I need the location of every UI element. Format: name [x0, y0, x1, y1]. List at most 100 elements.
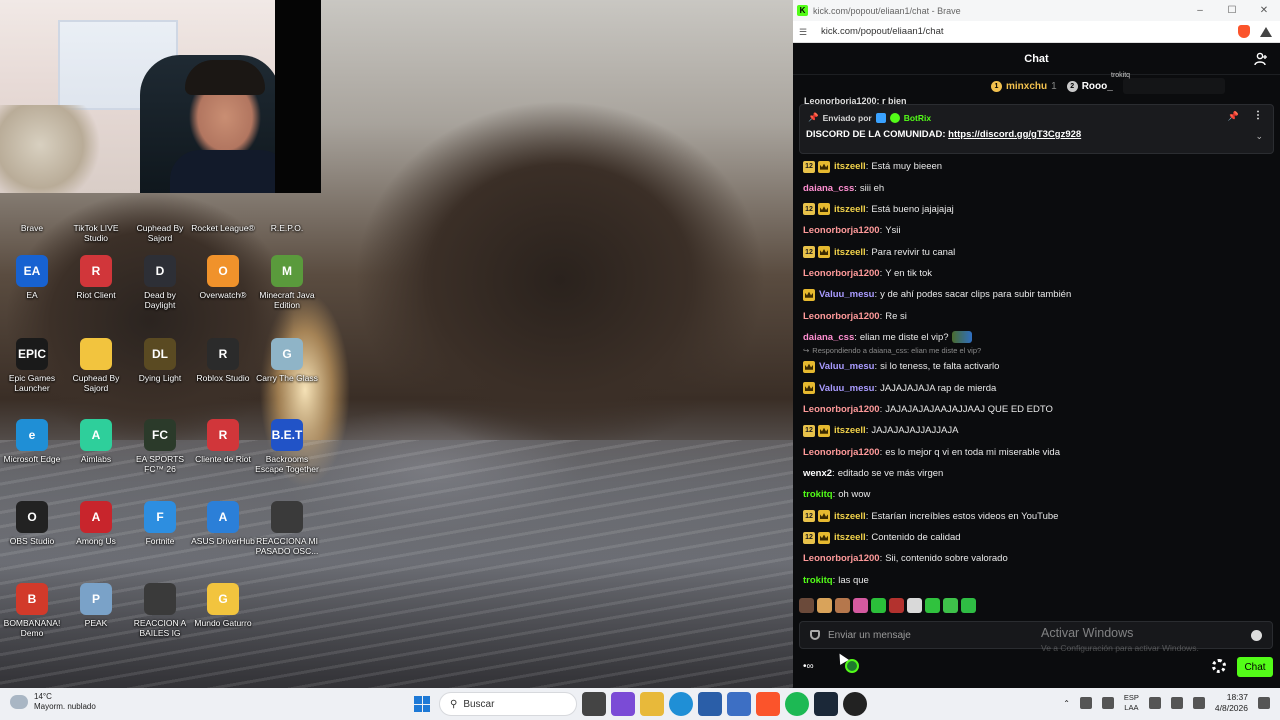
taskbar-clock[interactable]: 18:37 4/8/2026	[1215, 692, 1248, 714]
quick-emote-icon[interactable]	[853, 598, 868, 613]
chat-username[interactable]: daiana_css	[803, 332, 854, 343]
chat-message[interactable]: 12 itszeell: Para revivir tu canal	[803, 241, 1268, 262]
network-icon[interactable]	[1148, 697, 1161, 709]
task-view-icon[interactable]	[582, 692, 606, 716]
quick-emote-icon[interactable]	[799, 598, 814, 613]
desktop-icon[interactable]: O OBS Studio	[0, 501, 64, 546]
start-button[interactable]	[410, 692, 434, 716]
desktop-icon[interactable]: RRocket League®	[191, 188, 255, 233]
quick-emote-icon[interactable]	[871, 598, 886, 613]
settings-gear-icon[interactable]	[1212, 659, 1226, 673]
unpin-icon[interactable]: 📌	[1228, 111, 1239, 122]
send-chat-button[interactable]: Chat	[1237, 657, 1273, 677]
quick-emote-icon[interactable]	[943, 598, 958, 613]
desktop-icon[interactable]: D Dead by Daylight	[128, 255, 192, 310]
quick-emote-icon[interactable]	[817, 598, 832, 613]
chat-username[interactable]: itszeell	[834, 425, 866, 436]
store-icon[interactable]	[698, 692, 722, 716]
quick-actions-icon[interactable]: •∞	[803, 661, 814, 672]
chat-message[interactable]: Valuu_mesu: si lo teness, te falta activ…	[803, 356, 1268, 377]
spotify-icon[interactable]	[785, 692, 809, 716]
xbox-icon[interactable]	[845, 659, 859, 673]
copilot-icon[interactable]	[611, 692, 635, 716]
chat-username[interactable]: Leonorborja1200	[803, 553, 880, 564]
weather-widget[interactable]: 14°C Mayorm. nublado	[10, 692, 96, 712]
maximize-button[interactable]: ☐	[1216, 5, 1248, 16]
chat-username[interactable]: itszeell	[834, 161, 866, 172]
more-options-icon[interactable]: ⋮	[1253, 110, 1263, 121]
brave-taskbar-icon[interactable]	[756, 692, 780, 716]
desktop-icon[interactable]: A ASUS DriverHub	[191, 501, 255, 546]
chat-username[interactable]: Leonorborja1200	[803, 268, 880, 279]
chat-username[interactable]: daiana_css	[803, 183, 854, 194]
chat-message[interactable]: Leonorborja1200: Sii, contenido sobre va…	[803, 548, 1268, 569]
desktop-icon[interactable]: B.E.T Backrooms Escape Together	[255, 419, 319, 474]
desktop-icon[interactable]: G Mundo Gaturro	[191, 583, 255, 628]
discord-link[interactable]: https://discord.gg/gT3Cgz928	[948, 129, 1081, 140]
file-explorer-icon[interactable]	[640, 692, 664, 716]
desktop-icon[interactable]: R Riot Client	[64, 255, 128, 300]
pinned-message[interactable]: 📌 Enviado por BotRix DISCORD DE LA COMUN…	[799, 104, 1274, 154]
emoji-picker-icon[interactable]	[1251, 629, 1262, 641]
taskbar-search[interactable]: ⚲ Buscar	[439, 692, 577, 716]
chat-message[interactable]: 12 itszeell: Está muy bieeen	[803, 156, 1268, 177]
close-button[interactable]: ✕	[1248, 5, 1280, 16]
quick-emote-icon[interactable]	[907, 598, 922, 613]
chat-message[interactable]: daiana_css: siii eh	[803, 177, 1268, 198]
desktop-icon[interactable]: EA EA	[0, 255, 64, 300]
chat-message[interactable]: Leonorborja1200: JAJAJAJAJAAJAJJAAJ QUE …	[803, 399, 1268, 420]
chevron-up-icon[interactable]: ⌃	[1063, 699, 1070, 708]
volume-icon[interactable]	[1170, 697, 1183, 709]
battery-icon[interactable]	[1192, 697, 1205, 709]
desktop-icon[interactable]: TTikTok LIVE Studio	[64, 188, 128, 243]
url-text[interactable]: kick.com/popout/eliaan1/chat	[821, 26, 1238, 37]
quick-emote-icon[interactable]	[889, 598, 904, 613]
chat-username[interactable]: itszeell	[834, 532, 866, 543]
minimize-button[interactable]: –	[1184, 5, 1216, 16]
chat-username[interactable]: Valuu_mesu	[819, 383, 874, 394]
chat-message[interactable]: Valuu_mesu: y de ahí podes sacar clips p…	[803, 284, 1268, 305]
chat-username[interactable]: itszeell	[834, 204, 866, 215]
address-bar[interactable]: ☰ kick.com/popout/eliaan1/chat	[793, 21, 1280, 43]
reply-reference[interactable]: ↪ Respondiendo a daiana_css: elian me dis…	[803, 345, 1268, 356]
desktop-icon[interactable]: Cuphead By Sajord	[64, 338, 128, 393]
chat-message[interactable]: 12 itszeell: JAJAJAJAJJAJJAJA	[803, 420, 1268, 441]
chat-message[interactable]: wenx2: editado se ve más virgen	[803, 463, 1268, 484]
desktop-icon[interactable]: REACCIONA MI PASADO OSC...	[255, 501, 319, 556]
chevron-down-icon[interactable]: ⌄	[1255, 131, 1263, 142]
chat-username[interactable]: Valuu_mesu	[819, 289, 874, 300]
chat-message[interactable]: 12 itszeell: Está bueno jajajajaj	[803, 199, 1268, 220]
desktop-icon[interactable]: DL Dying Light	[128, 338, 192, 383]
tray-app-icon[interactable]	[1101, 697, 1114, 709]
desktop-icon[interactable]: REACCION A BAILES IG	[128, 583, 192, 638]
chat-message[interactable]: 12 itszeell: Estarían increíbles estos vi…	[803, 506, 1268, 527]
desktop-icon[interactable]: B BOMBANANA! Demo	[0, 583, 64, 638]
chat-username[interactable]: Leonorborja1200	[803, 225, 880, 236]
browser-titlebar[interactable]: K kick.com/popout/eliaan1/chat - Brave –…	[793, 0, 1280, 21]
desktop-icon[interactable]: R Roblox Studio	[191, 338, 255, 383]
chat-username[interactable]: itszeell	[834, 247, 866, 258]
desktop-icon[interactable]: F Fortnite	[128, 501, 192, 546]
desktop-icon[interactable]: EPIC Epic Games Launcher	[0, 338, 64, 393]
chat-username[interactable]: Leonorborja1200	[803, 311, 880, 322]
desktop-icon[interactable]: FC EA SPORTS FC™ 26	[128, 419, 192, 474]
chat-message[interactable]: Leonorborja1200: Ysii	[803, 220, 1268, 241]
onedrive-icon[interactable]	[1079, 697, 1092, 709]
leaderboard-entry-1[interactable]: 1 minxchu 1	[991, 80, 1057, 92]
chat-message[interactable]: trokitq: oh wow	[803, 484, 1268, 505]
chat-username[interactable]: wenx2	[803, 468, 832, 479]
desktop-icon[interactable]: A Among Us	[64, 501, 128, 546]
site-settings-icon[interactable]: ☰	[799, 27, 811, 37]
desktop-icon[interactable]: RR.E.P.O.	[255, 188, 319, 233]
obs-taskbar-icon[interactable]	[843, 692, 867, 716]
desktop-icon[interactable]: e Microsoft Edge	[0, 419, 64, 464]
quick-emote-icon[interactable]	[961, 598, 976, 613]
chat-message[interactable]: Leonorborja1200: Re si	[803, 305, 1268, 326]
language-indicator[interactable]: ESP LAA	[1124, 693, 1139, 713]
outlook-icon[interactable]	[727, 692, 751, 716]
brave-shield-icon[interactable]	[1238, 25, 1250, 38]
notifications-icon[interactable]	[1258, 697, 1270, 709]
steam-icon[interactable]	[814, 692, 838, 716]
desktop-icon[interactable]: CCuphead By Sajord	[128, 188, 192, 243]
desktop-icon[interactable]: O Overwatch®	[191, 255, 255, 300]
